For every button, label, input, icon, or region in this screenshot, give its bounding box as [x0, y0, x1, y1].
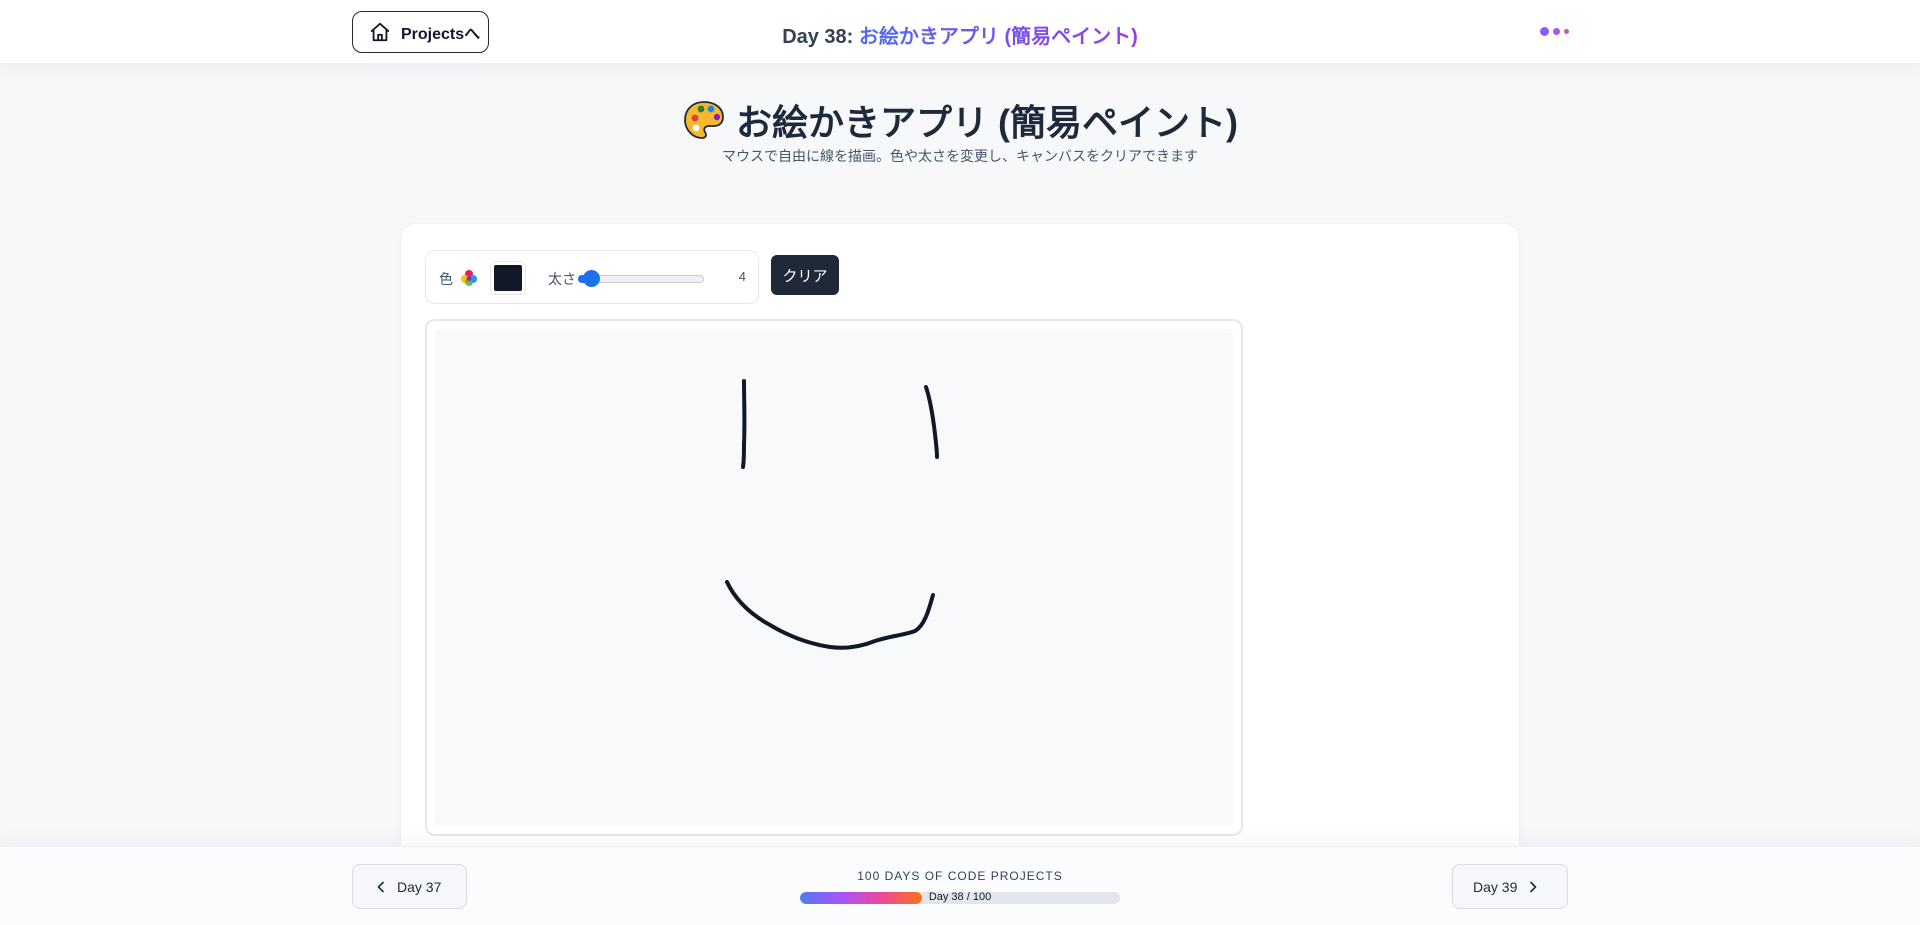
day-progress-text: Day 38 / 100 [928, 891, 992, 903]
slider-thumb[interactable] [583, 270, 601, 287]
paint-app-card: 色 太さ 4 クリア [400, 223, 1520, 923]
current-color-swatch [494, 265, 522, 291]
page-title-text: お絵かきアプリ (簡易ペイント) [736, 102, 1238, 143]
header-title-day: Day 38: [782, 26, 859, 48]
drawing-canvas[interactable] [435, 329, 1233, 826]
palette-icon [684, 101, 724, 139]
page-title: お絵かきアプリ (簡易ペイント) [0, 94, 1920, 146]
color-picker-icon [461, 270, 477, 286]
color-label: 色 [439, 271, 453, 287]
header-title-name: お絵かきアプリ (簡易ペイント) [858, 26, 1138, 48]
page-subtitle: マウスで自由に線を描画。色や太さを変更し、キャンバスをクリアできます [722, 148, 1198, 164]
canvas-frame [425, 319, 1243, 836]
stroke-mouth [725, 580, 935, 650]
decorative-dots [1540, 27, 1569, 36]
drawing-strokes [725, 379, 939, 650]
dot-icon [1564, 29, 1569, 34]
stroke-right-eye [924, 385, 939, 459]
dot-icon [1553, 28, 1560, 35]
brush-size-value: 4 [738, 269, 746, 284]
top-navigation-bar: Projectsへ Day 38: お絵かきアプリ (簡易ペイント) [0, 0, 1920, 64]
stroke-left-eye [741, 379, 747, 469]
brush-size-label: 太さ [548, 271, 576, 287]
paint-toolbar: 色 太さ 4 [425, 250, 759, 304]
color-swatch-input[interactable] [490, 261, 526, 295]
bottom-navigation-bar: Day 37 Day 39 [0, 846, 1920, 925]
clear-canvas-button[interactable]: クリア [771, 255, 839, 295]
footer-title: 100 DAYS OF CODE PROJECTS [857, 869, 1063, 883]
brush-size-slider[interactable] [578, 270, 704, 287]
dot-icon [1540, 27, 1549, 36]
header-title: Day 38: お絵かきアプリ (簡易ペイント) [0, 20, 1920, 49]
